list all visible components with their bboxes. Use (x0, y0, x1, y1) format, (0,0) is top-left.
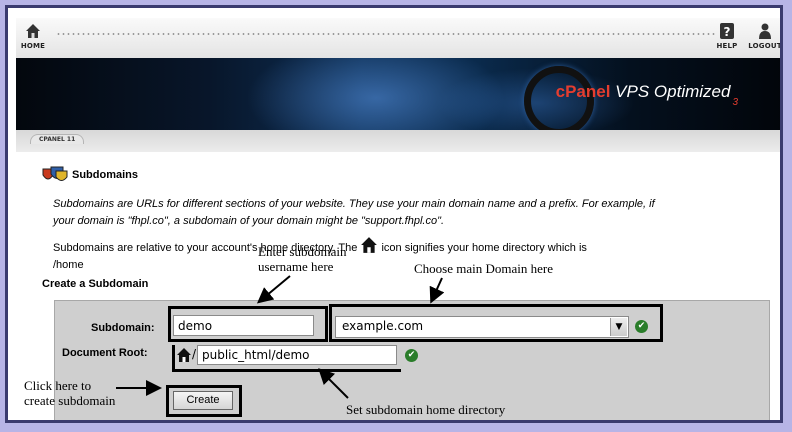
annotation-arrows (116, 275, 445, 399)
arrow-to-docroot (318, 368, 349, 399)
arrow-to-domain (429, 277, 445, 304)
window-frame: HOME ? HELP LOGOUT cPanel VPS Optimized3… (5, 5, 783, 423)
arrow-to-subdomain (256, 275, 291, 304)
